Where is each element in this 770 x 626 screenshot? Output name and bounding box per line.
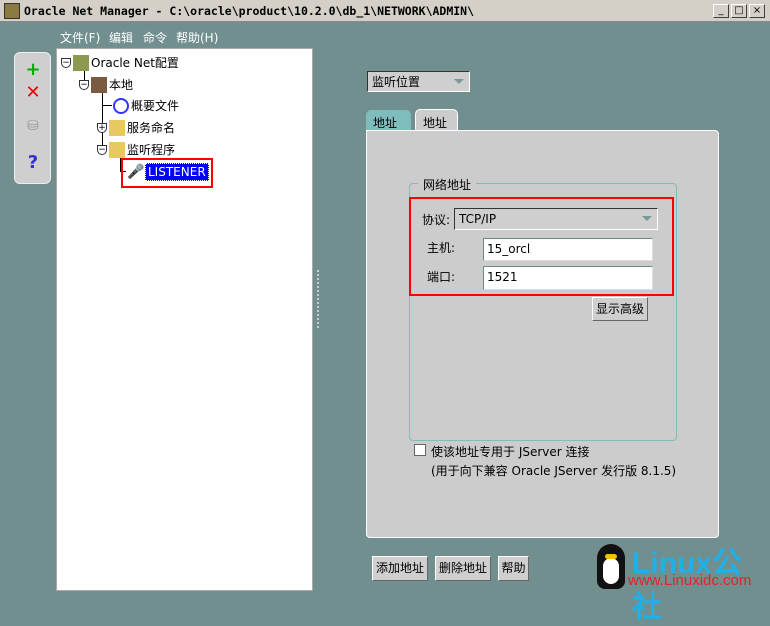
group-title: 网络地址 xyxy=(418,176,477,193)
minimize-button[interactable]: _ xyxy=(713,4,729,18)
tree-node-local[interactable]: − 本地 xyxy=(79,76,133,93)
maximize-button[interactable]: □ xyxy=(731,4,747,18)
collapse-icon[interactable]: − xyxy=(61,57,71,68)
jserver-checkbox[interactable] xyxy=(414,444,426,456)
menu-file[interactable]: 文件(F) xyxy=(60,29,100,46)
collapse-icon[interactable]: − xyxy=(79,79,89,90)
title-bar: Oracle Net Manager - C:\oracle\product\1… xyxy=(0,0,770,22)
help-icon[interactable]: ? xyxy=(21,152,45,174)
highlight-box xyxy=(409,197,674,296)
delete-icon[interactable]: ✕ xyxy=(21,82,45,104)
add-icon[interactable]: + xyxy=(21,59,45,81)
show-advanced-button[interactable]: 显示高级 xyxy=(592,297,648,321)
jserver-checkbox-label: 使该地址专用于 JServer 连接 xyxy=(431,445,590,459)
tree-label: 概要文件 xyxy=(131,99,180,113)
close-button[interactable]: × xyxy=(749,4,765,18)
test-service-icon[interactable]: ⛁ xyxy=(21,115,45,137)
tree-label: 本地 xyxy=(109,78,134,92)
tree-node-profile[interactable]: 概要文件 xyxy=(113,97,179,114)
tree-node-root[interactable]: − Oracle Net配置 xyxy=(61,54,179,71)
remove-address-button[interactable]: 删除地址 xyxy=(435,556,491,581)
tree-node-service-naming[interactable]: + 服务命名 xyxy=(97,119,175,136)
add-address-button[interactable]: 添加地址 xyxy=(372,556,428,581)
highlight-box xyxy=(121,158,213,188)
chevron-down-icon xyxy=(454,79,464,84)
folder-icon xyxy=(109,141,125,158)
tree-node-listeners[interactable]: − 监听程序 xyxy=(97,141,175,158)
app-icon xyxy=(4,3,20,19)
toolbar: + ✕ ⛁ ? xyxy=(14,52,51,184)
tab-address-1[interactable]: 地址1 xyxy=(366,110,411,145)
menu-edit[interactable]: 编辑 xyxy=(109,29,133,46)
network-config-icon xyxy=(73,54,89,71)
watermark-url: www.Linuxidc.com xyxy=(628,572,752,589)
globe-icon xyxy=(113,97,129,114)
folder-icon xyxy=(109,119,125,136)
collapse-icon[interactable]: − xyxy=(97,144,107,155)
tree-label: 服务命名 xyxy=(127,121,176,135)
tab-address-2[interactable]: 地址2 xyxy=(415,109,458,145)
local-icon xyxy=(91,76,107,93)
menu-help[interactable]: 帮助(H) xyxy=(176,29,218,46)
jserver-note: (用于向下兼容 Oracle JServer 发行版 8.1.5) xyxy=(431,464,677,478)
splitter[interactable] xyxy=(317,270,319,330)
menu-command[interactable]: 命令 xyxy=(143,29,167,46)
tree-label: 监听程序 xyxy=(127,143,176,157)
navigation-tree: − Oracle Net配置 − 本地 概要文件 + 服务命名 − 监听程序 🎤 LIST… xyxy=(56,48,313,591)
view-select-value: 监听位置 xyxy=(372,75,421,89)
view-select[interactable]: 监听位置 xyxy=(367,71,470,92)
watermark-logo: Linux公社 www.Linuxidc.com xyxy=(595,540,770,624)
expand-icon[interactable]: + xyxy=(97,122,107,133)
help-button[interactable]: 帮助 xyxy=(498,556,529,581)
tree-label: Oracle Net配置 xyxy=(91,56,179,70)
window-title: Oracle Net Manager - C:\oracle\product\1… xyxy=(24,4,475,18)
penguin-icon xyxy=(597,544,625,589)
